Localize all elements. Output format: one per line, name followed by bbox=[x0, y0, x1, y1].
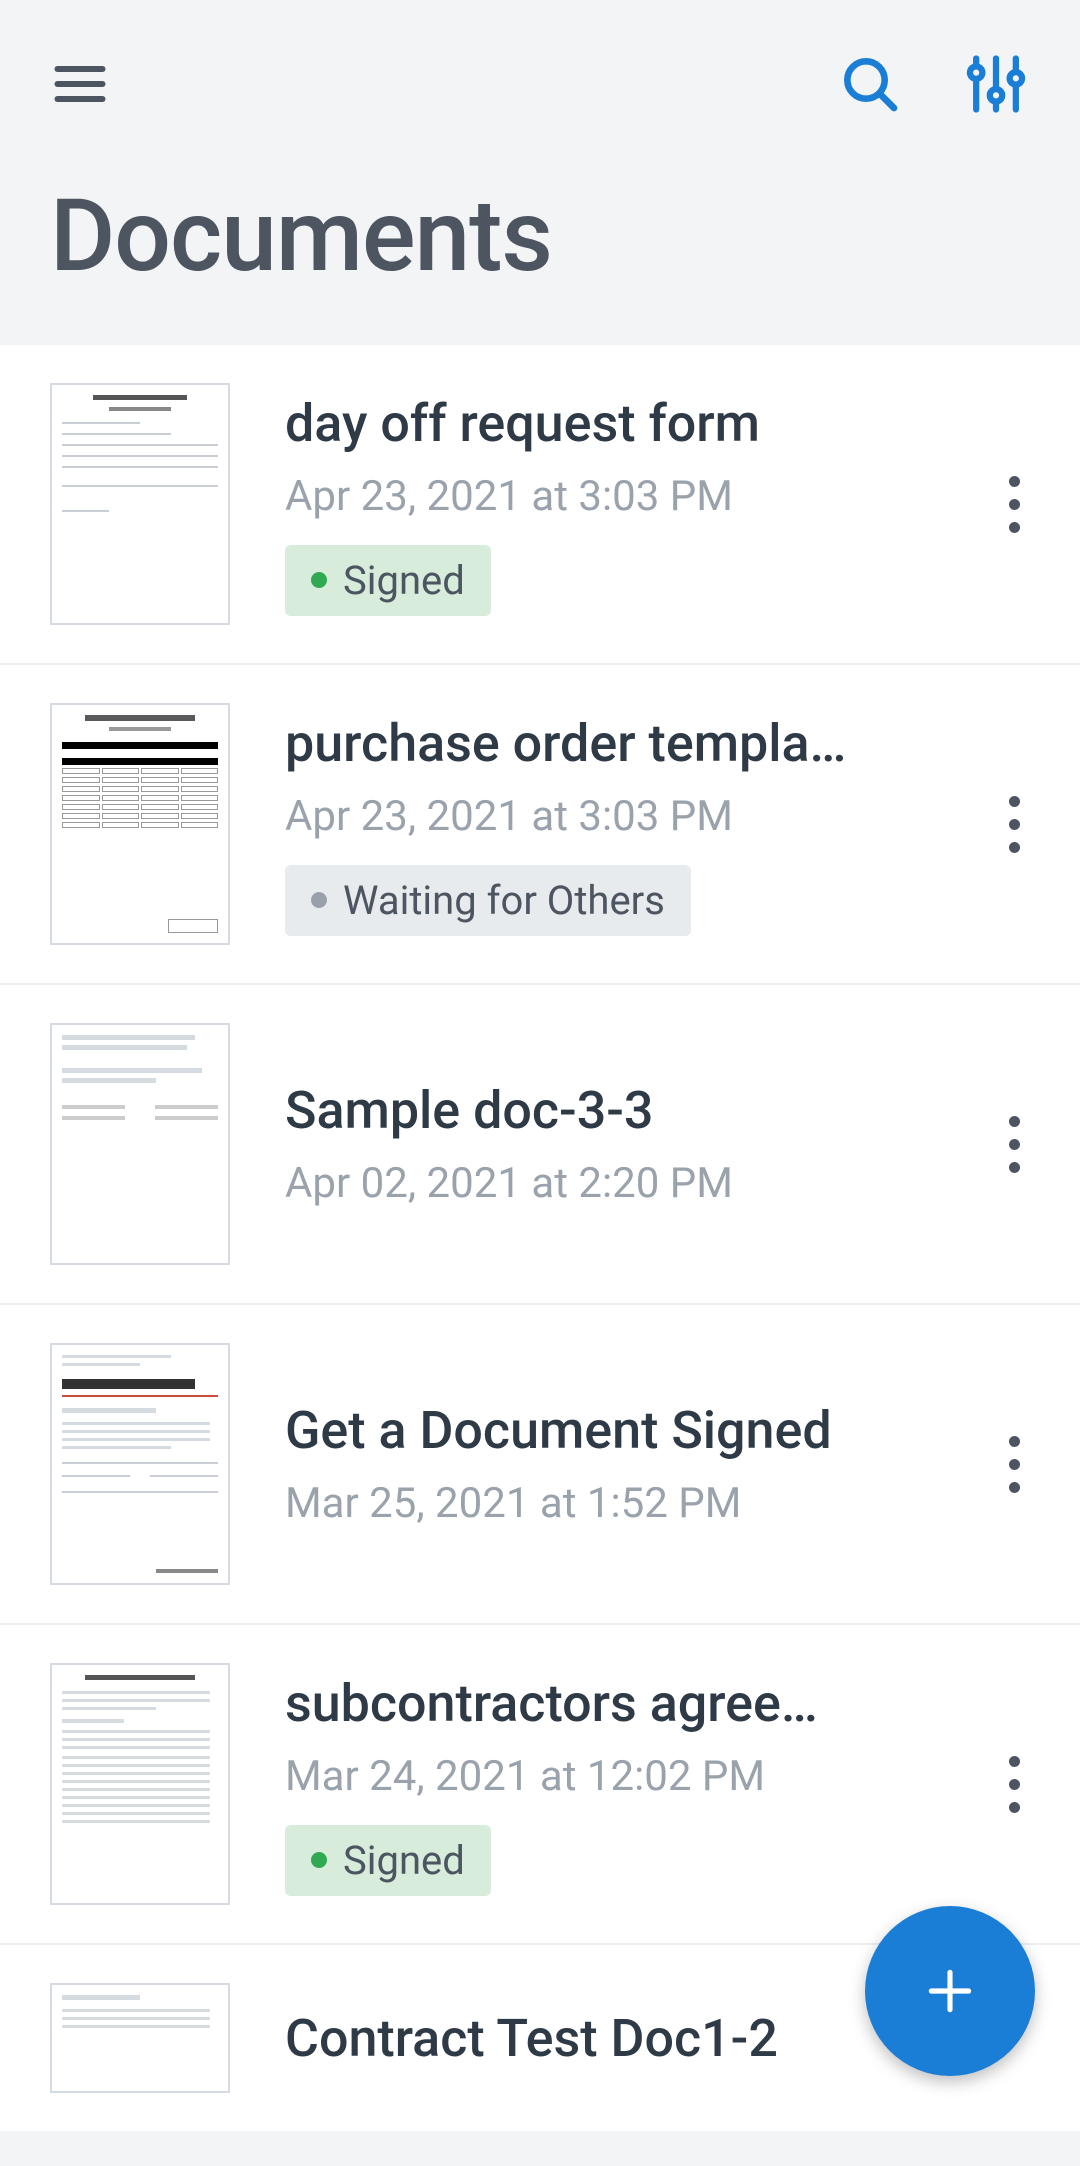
document-thumbnail bbox=[50, 1023, 230, 1265]
document-thumbnail bbox=[50, 1343, 230, 1585]
status-label: Signed bbox=[343, 557, 465, 604]
more-vertical-icon bbox=[1009, 1116, 1020, 1173]
document-thumbnail bbox=[50, 703, 230, 945]
document-item[interactable]: day off request form Apr 23, 2021 at 3:0… bbox=[0, 345, 1080, 665]
document-date: Apr 02, 2021 at 2:20 PM bbox=[285, 1159, 944, 1208]
status-label: Waiting for Others bbox=[343, 877, 665, 924]
document-title: Get a Document Signed bbox=[285, 1400, 944, 1461]
status-dot-icon bbox=[311, 1852, 327, 1868]
document-title: day off request form bbox=[285, 393, 944, 454]
more-vertical-icon bbox=[1009, 1436, 1020, 1493]
status-label: Signed bbox=[343, 1837, 465, 1884]
document-info: Sample doc-3-3 Apr 02, 2021 at 2:20 PM bbox=[285, 1080, 944, 1208]
document-item[interactable]: Sample doc-3-3 Apr 02, 2021 at 2:20 PM bbox=[0, 985, 1080, 1305]
status-badge: Signed bbox=[285, 545, 491, 616]
more-options-button[interactable] bbox=[999, 776, 1030, 873]
document-info: Contract Test Doc1-2 bbox=[285, 2008, 944, 2069]
more-vertical-icon bbox=[1009, 796, 1020, 853]
document-item[interactable]: purchase order templa… Apr 23, 2021 at 3… bbox=[0, 665, 1080, 985]
status-badge: Waiting for Others bbox=[285, 865, 691, 936]
document-date: Mar 25, 2021 at 1:52 PM bbox=[285, 1479, 944, 1528]
menu-icon[interactable] bbox=[50, 54, 110, 114]
filter-icon[interactable] bbox=[962, 50, 1030, 118]
document-thumbnail bbox=[50, 383, 230, 625]
more-options-button[interactable] bbox=[999, 1416, 1030, 1513]
more-vertical-icon bbox=[1009, 1756, 1020, 1813]
document-title: purchase order templa… bbox=[285, 713, 944, 774]
document-info: purchase order templa… Apr 23, 2021 at 3… bbox=[285, 713, 944, 936]
document-thumbnail bbox=[50, 1663, 230, 1905]
more-vertical-icon bbox=[1009, 476, 1020, 533]
status-dot-icon bbox=[311, 892, 327, 908]
document-title: subcontractors agree… bbox=[285, 1673, 944, 1734]
document-date: Apr 23, 2021 at 3:03 PM bbox=[285, 472, 944, 521]
more-options-button[interactable] bbox=[999, 456, 1030, 553]
add-document-fab[interactable] bbox=[865, 1906, 1035, 2076]
document-info: Get a Document Signed Mar 25, 2021 at 1:… bbox=[285, 1400, 944, 1528]
document-title: Contract Test Doc1-2 bbox=[285, 2008, 944, 2069]
status-badge: Signed bbox=[285, 1825, 491, 1896]
document-info: subcontractors agree… Mar 24, 2021 at 12… bbox=[285, 1673, 944, 1896]
search-icon[interactable] bbox=[838, 52, 902, 116]
more-options-button[interactable] bbox=[999, 1736, 1030, 1833]
page-title: Documents bbox=[0, 148, 1080, 345]
document-thumbnail bbox=[50, 1983, 230, 2093]
document-item[interactable]: Get a Document Signed Mar 25, 2021 at 1:… bbox=[0, 1305, 1080, 1625]
document-item[interactable]: subcontractors agree… Mar 24, 2021 at 12… bbox=[0, 1625, 1080, 1945]
status-dot-icon bbox=[311, 572, 327, 588]
document-list: day off request form Apr 23, 2021 at 3:0… bbox=[0, 345, 1080, 2131]
document-date: Apr 23, 2021 at 3:03 PM bbox=[285, 792, 944, 841]
plus-icon bbox=[922, 1963, 978, 2019]
document-title: Sample doc-3-3 bbox=[285, 1080, 944, 1141]
document-info: day off request form Apr 23, 2021 at 3:0… bbox=[285, 393, 944, 616]
document-date: Mar 24, 2021 at 12:02 PM bbox=[285, 1752, 944, 1801]
app-header bbox=[0, 0, 1080, 148]
more-options-button[interactable] bbox=[999, 1096, 1030, 1193]
